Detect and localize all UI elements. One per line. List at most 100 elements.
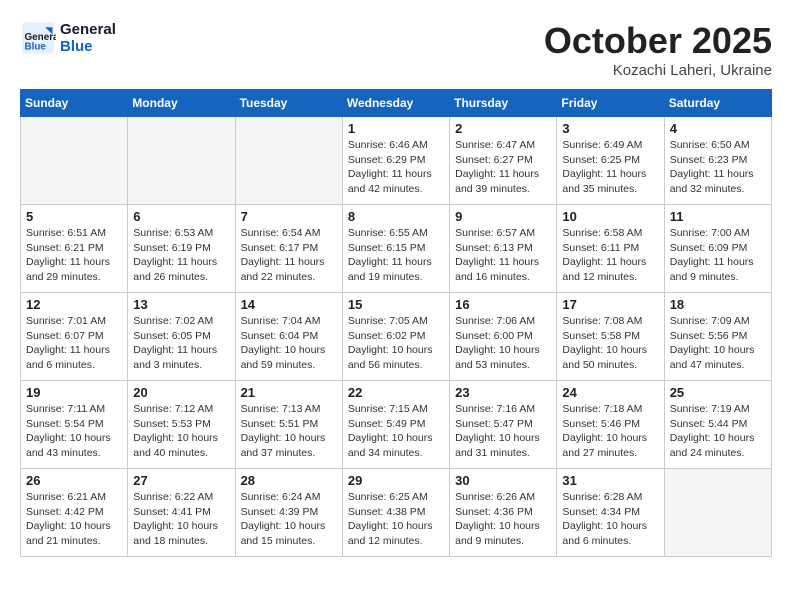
logo-icon: General Blue [20, 20, 56, 56]
day-cell: 1 Sunrise: 6:46 AMSunset: 6:29 PMDaylight… [342, 117, 449, 205]
day-cell: 24 Sunrise: 7:18 AMSunset: 5:46 PMDayligh… [557, 381, 664, 469]
calendar-header-row: SundayMondayTuesdayWednesdayThursdayFrid… [21, 90, 772, 117]
day-cell: 26Sunrise: 6:21 AMSunset: 4:42 PMDayligh… [21, 469, 128, 557]
day-cell: 29 Sunrise: 6:25 AMSunset: 4:38 PMDayligh… [342, 469, 449, 557]
day-info: Sunrise: 7:01 AMSunset: 6:07 PMDaylight:… [26, 314, 122, 373]
day-info: Sunrise: 7:12 AMSunset: 5:53 PMDaylight:… [133, 402, 229, 461]
day-number: 11 [670, 209, 766, 224]
day-info: Sunrise: 6:50 AMSunset: 6:23 PMDaylight:… [670, 138, 766, 197]
day-cell: 19 Sunrise: 7:11 AMSunset: 5:54 PMDayligh… [21, 381, 128, 469]
week-row-3: 12 Sunrise: 7:01 AMSunset: 6:07 PMDayligh… [21, 293, 772, 381]
day-cell: 31Sunrise: 6:28 AMSunset: 4:34 PMDayligh… [557, 469, 664, 557]
day-info: Sunrise: 7:09 AMSunset: 5:56 PMDaylight:… [670, 314, 766, 373]
day-number: 24 [562, 385, 658, 400]
weekday-header-sunday: Sunday [21, 90, 128, 117]
logo-line1: General [60, 21, 116, 38]
day-cell: 17Sunrise: 7:08 AMSunset: 5:58 PMDayligh… [557, 293, 664, 381]
day-cell: 16Sunrise: 7:06 AMSunset: 6:00 PMDayligh… [450, 293, 557, 381]
day-cell: 4 Sunrise: 6:50 AMSunset: 6:23 PMDaylight… [664, 117, 771, 205]
day-info: Sunrise: 6:25 AMSunset: 4:38 PMDaylight:… [348, 490, 444, 549]
day-number: 22 [348, 385, 444, 400]
title-block: October 2025 Kozachi Laheri, Ukraine [544, 20, 772, 79]
day-info: Sunrise: 6:24 AMSunset: 4:39 PMDaylight:… [241, 490, 337, 549]
day-info: Sunrise: 6:54 AMSunset: 6:17 PMDaylight:… [241, 226, 337, 285]
day-number: 30 [455, 473, 551, 488]
day-info: Sunrise: 7:04 AMSunset: 6:04 PMDaylight:… [241, 314, 337, 373]
day-info: Sunrise: 6:57 AMSunset: 6:13 PMDaylight:… [455, 226, 551, 285]
weekday-header-monday: Monday [128, 90, 235, 117]
day-info: Sunrise: 6:53 AMSunset: 6:19 PMDaylight:… [133, 226, 229, 285]
day-cell: 20Sunrise: 7:12 AMSunset: 5:53 PMDayligh… [128, 381, 235, 469]
day-cell: 12 Sunrise: 7:01 AMSunset: 6:07 PMDayligh… [21, 293, 128, 381]
day-cell [21, 117, 128, 205]
calendar-table: SundayMondayTuesdayWednesdayThursdayFrid… [20, 89, 772, 557]
day-cell: 7Sunrise: 6:54 AMSunset: 6:17 PMDaylight… [235, 205, 342, 293]
day-cell: 10 Sunrise: 6:58 AMSunset: 6:11 PMDayligh… [557, 205, 664, 293]
day-info: Sunrise: 7:02 AMSunset: 6:05 PMDaylight:… [133, 314, 229, 373]
day-number: 25 [670, 385, 766, 400]
day-number: 10 [562, 209, 658, 224]
day-info: Sunrise: 7:19 AMSunset: 5:44 PMDaylight:… [670, 402, 766, 461]
day-info: Sunrise: 6:26 AMSunset: 4:36 PMDaylight:… [455, 490, 551, 549]
page-header: General Blue General Blue October 2025 K… [20, 20, 772, 79]
day-info: Sunrise: 7:05 AMSunset: 6:02 PMDaylight:… [348, 314, 444, 373]
weekday-header-friday: Friday [557, 90, 664, 117]
month-title: October 2025 [544, 20, 772, 62]
day-number: 21 [241, 385, 337, 400]
day-info: Sunrise: 6:22 AMSunset: 4:41 PMDaylight:… [133, 490, 229, 549]
day-number: 28 [241, 473, 337, 488]
day-cell: 28 Sunrise: 6:24 AMSunset: 4:39 PMDayligh… [235, 469, 342, 557]
day-number: 23 [455, 385, 551, 400]
day-cell: 22 Sunrise: 7:15 AMSunset: 5:49 PMDayligh… [342, 381, 449, 469]
week-row-4: 19 Sunrise: 7:11 AMSunset: 5:54 PMDayligh… [21, 381, 772, 469]
day-number: 26 [26, 473, 122, 488]
day-number: 2 [455, 121, 551, 136]
day-number: 12 [26, 297, 122, 312]
day-info: Sunrise: 7:00 AMSunset: 6:09 PMDaylight:… [670, 226, 766, 285]
svg-text:Blue: Blue [25, 42, 47, 53]
day-info: Sunrise: 7:18 AMSunset: 5:46 PMDaylight:… [562, 402, 658, 461]
location-subtitle: Kozachi Laheri, Ukraine [544, 62, 772, 79]
day-number: 1 [348, 121, 444, 136]
day-info: Sunrise: 6:51 AMSunset: 6:21 PMDaylight:… [26, 226, 122, 285]
day-cell: 11 Sunrise: 7:00 AMSunset: 6:09 PMDayligh… [664, 205, 771, 293]
day-number: 15 [348, 297, 444, 312]
day-cell [664, 469, 771, 557]
day-cell: 6 Sunrise: 6:53 AMSunset: 6:19 PMDaylight… [128, 205, 235, 293]
week-row-1: 1 Sunrise: 6:46 AMSunset: 6:29 PMDaylight… [21, 117, 772, 205]
day-info: Sunrise: 6:49 AMSunset: 6:25 PMDaylight:… [562, 138, 658, 197]
day-cell: 25 Sunrise: 7:19 AMSunset: 5:44 PMDayligh… [664, 381, 771, 469]
day-number: 31 [562, 473, 658, 488]
day-number: 5 [26, 209, 122, 224]
day-cell [235, 117, 342, 205]
day-cell [128, 117, 235, 205]
day-number: 6 [133, 209, 229, 224]
day-info: Sunrise: 6:58 AMSunset: 6:11 PMDaylight:… [562, 226, 658, 285]
day-info: Sunrise: 7:13 AMSunset: 5:51 PMDaylight:… [241, 402, 337, 461]
day-number: 13 [133, 297, 229, 312]
day-cell: 18 Sunrise: 7:09 AMSunset: 5:56 PMDayligh… [664, 293, 771, 381]
day-number: 9 [455, 209, 551, 224]
day-number: 19 [26, 385, 122, 400]
day-cell: 13 Sunrise: 7:02 AMSunset: 6:05 PMDayligh… [128, 293, 235, 381]
day-info: Sunrise: 6:55 AMSunset: 6:15 PMDaylight:… [348, 226, 444, 285]
day-number: 4 [670, 121, 766, 136]
day-cell: 27Sunrise: 6:22 AMSunset: 4:41 PMDayligh… [128, 469, 235, 557]
day-info: Sunrise: 7:06 AMSunset: 6:00 PMDaylight:… [455, 314, 551, 373]
day-cell: 21 Sunrise: 7:13 AMSunset: 5:51 PMDayligh… [235, 381, 342, 469]
day-cell: 23Sunrise: 7:16 AMSunset: 5:47 PMDayligh… [450, 381, 557, 469]
weekday-header-wednesday: Wednesday [342, 90, 449, 117]
day-number: 29 [348, 473, 444, 488]
day-info: Sunrise: 7:15 AMSunset: 5:49 PMDaylight:… [348, 402, 444, 461]
logo: General Blue General Blue [20, 20, 116, 56]
day-info: Sunrise: 6:46 AMSunset: 6:29 PMDaylight:… [348, 138, 444, 197]
day-cell: 8 Sunrise: 6:55 AMSunset: 6:15 PMDaylight… [342, 205, 449, 293]
weekday-header-tuesday: Tuesday [235, 90, 342, 117]
day-number: 14 [241, 297, 337, 312]
day-cell: 9 Sunrise: 6:57 AMSunset: 6:13 PMDaylight… [450, 205, 557, 293]
day-info: Sunrise: 7:11 AMSunset: 5:54 PMDaylight:… [26, 402, 122, 461]
day-number: 18 [670, 297, 766, 312]
logo-line2: Blue [60, 38, 116, 55]
weekday-header-thursday: Thursday [450, 90, 557, 117]
day-number: 8 [348, 209, 444, 224]
